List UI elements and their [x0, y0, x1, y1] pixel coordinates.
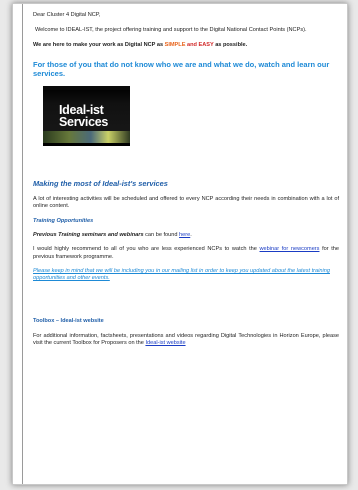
and-word: and: [185, 41, 199, 48]
mailing-list-notice[interactable]: Please keep in mind that we will be incl…: [33, 268, 339, 283]
simple-word: SIMPLE: [164, 41, 186, 48]
recommend-text: I would highly recommend to all of you w…: [33, 246, 339, 261]
margin-rule: [22, 4, 23, 484]
services-text: A lot of interesting activities will be …: [33, 196, 339, 210]
newcomers-webinar-link[interactable]: webinar for newcomers: [260, 246, 320, 252]
services-video-thumbnail[interactable]: Ideal-ist Services: [43, 86, 130, 147]
email-body: Dear Cluster 4 Digital NCP, Welcome to I…: [33, 12, 339, 354]
toolbox-text: For additional information, factsheets, …: [33, 333, 339, 348]
intro-heading: For those of you that do not know who we…: [33, 59, 330, 79]
mission-suffix: as possible.: [213, 41, 248, 48]
mission-statement: We are here to make your work as Digital…: [33, 42, 339, 49]
previous-training-end: .: [190, 231, 192, 238]
mission-prefix: We are here to make your work as Digital…: [33, 41, 165, 48]
services-heading: Making the most of Ideal-ist's services: [33, 179, 168, 189]
previous-training-bold: Previous Training seminars and webinars: [33, 231, 144, 238]
video-title: Ideal-ist Services: [59, 104, 109, 130]
email-page: Dear Cluster 4 Digital NCP, Welcome to I…: [12, 3, 348, 485]
video-image-strip: [43, 131, 130, 144]
training-heading: Training Opportunities: [33, 217, 94, 224]
toolbox-heading: Toolbox – Ideal-ist website: [33, 318, 104, 325]
previous-training-text: Previous Training seminars and webinars …: [33, 232, 339, 239]
video-title-line2: Services: [59, 115, 109, 130]
recommend-prefix: I would highly recommend to all of you w…: [33, 246, 260, 253]
greeting-text: Dear Cluster 4 Digital NCP,: [33, 12, 101, 18]
previous-training-middle: can be found: [143, 231, 180, 238]
previous-training-link[interactable]: here: [179, 232, 190, 238]
toolbox-prefix: For additional information, factsheets, …: [33, 332, 339, 347]
idealist-website-link[interactable]: Ideal-ist website: [145, 340, 185, 346]
easy-word: EASY: [198, 41, 214, 48]
video-top-bar: [43, 86, 130, 91]
welcome-text: Welcome to IDEAL-IST, the project offeri…: [35, 27, 307, 34]
video-bottom-bar: [43, 143, 130, 147]
